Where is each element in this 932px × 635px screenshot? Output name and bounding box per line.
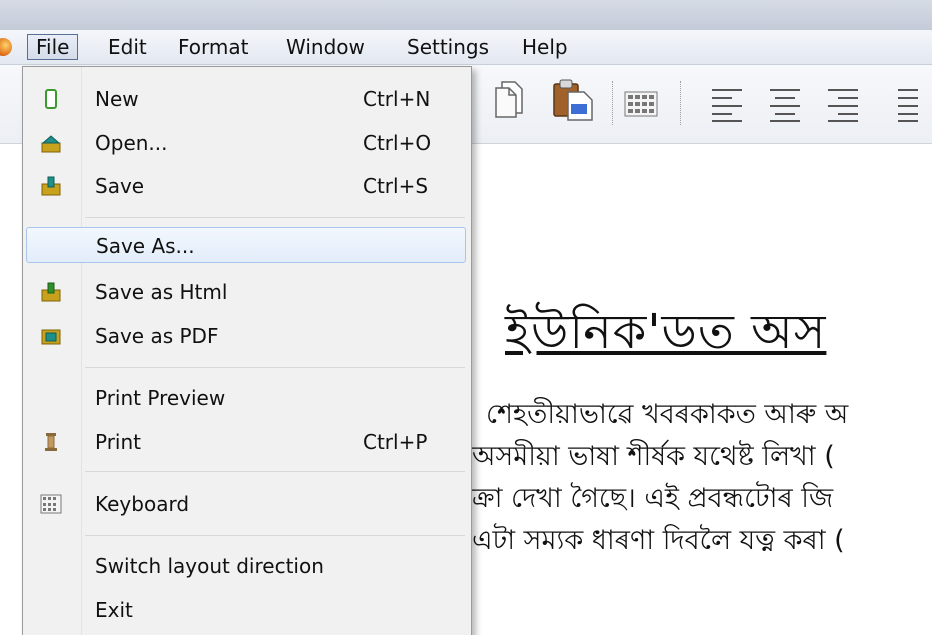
document-line: অসমীয়া ভাষা শীৰ্ষক যথেষ্ট লিখা ( [472, 441, 835, 472]
menu-item-shortcut: Ctrl+P [363, 430, 428, 454]
toolbar-separator [612, 81, 615, 125]
menu-item-switch-layout-direction[interactable]: Switch layout direction [26, 548, 466, 584]
menu-item-label: Print Preview [95, 386, 226, 410]
menu-item-shortcut: Ctrl+N [363, 87, 431, 111]
menu-item-print-preview[interactable]: Print Preview [26, 380, 466, 416]
menu-item-shortcut: Ctrl+O [363, 131, 432, 155]
menu-item-print[interactable]: Print Ctrl+P [26, 424, 466, 460]
menu-item-label: New [95, 87, 139, 111]
align-left-icon[interactable] [712, 87, 742, 122]
menu-item-exit[interactable]: Exit [26, 592, 466, 628]
copy-icon[interactable] [492, 79, 526, 119]
open-folder-icon [41, 135, 61, 153]
menu-settings[interactable]: Settings [399, 34, 497, 60]
menu-item-label: Keyboard [95, 492, 190, 516]
document-line: এটা সম্যক ধাৰণা দিবলৈ যত্ন কৰা ( [472, 525, 845, 556]
menu-bar: File Edit Format Window Settings Help [0, 30, 932, 65]
align-center-icon[interactable] [770, 87, 800, 122]
menu-separator [85, 217, 465, 218]
menu-item-open[interactable]: Open... Ctrl+O [26, 125, 466, 161]
menu-separator [85, 535, 465, 536]
new-document-icon [45, 89, 57, 109]
menu-item-save-as-html[interactable]: Save as Html [26, 274, 466, 310]
save-pdf-icon [41, 329, 61, 345]
menu-help[interactable]: Help [514, 34, 576, 60]
print-icon [45, 433, 57, 451]
menu-format[interactable]: Format [170, 34, 256, 60]
menu-edit[interactable]: Edit [100, 34, 155, 60]
menu-item-save-as-pdf[interactable]: Save as PDF [26, 318, 466, 354]
keyboard-icon [40, 494, 62, 514]
file-menu-dropdown: New Ctrl+N Open... Ctrl+O Save Ctrl+S Sa… [22, 66, 472, 635]
menu-item-label: Save As... [96, 234, 195, 258]
save-icon [41, 176, 61, 196]
menu-window[interactable]: Window [278, 34, 373, 60]
toolbar-separator [680, 81, 683, 125]
align-right-icon[interactable] [828, 87, 858, 122]
menu-item-keyboard[interactable]: Keyboard [26, 486, 466, 522]
menu-file[interactable]: File [27, 34, 79, 60]
menu-separator [85, 471, 465, 472]
menu-item-save-as[interactable]: Save As... [26, 227, 466, 263]
document-line: শেহতীয়াভাৱে খবৰকাকত আৰু অ [486, 399, 849, 430]
menu-item-label: Save as Html [95, 280, 228, 304]
menu-item-label: Exit [95, 598, 133, 622]
menu-item-label: Print [95, 430, 142, 454]
paste-icon[interactable] [550, 78, 596, 122]
menu-separator [85, 367, 465, 368]
menu-item-label: Open... [95, 131, 168, 155]
menu-item-label: Switch layout direction [95, 554, 324, 578]
document-heading: ইউনিক'ডত অস [505, 304, 827, 360]
menu-item-label: Save as PDF [95, 324, 219, 348]
menu-item-new[interactable]: New Ctrl+N [26, 81, 466, 117]
document-line: ক্ৰা দেখা গৈছে। এই প্ৰবন্ধটোৰ জি [472, 483, 834, 514]
align-justify-icon[interactable] [898, 87, 918, 122]
menu-item-label: Save [95, 174, 145, 198]
save-html-icon [41, 282, 61, 302]
window-title-bar [0, 0, 932, 30]
menu-item-shortcut: Ctrl+S [363, 174, 429, 198]
menu-item-save[interactable]: Save Ctrl+S [26, 168, 466, 204]
keyboard-icon[interactable] [624, 91, 658, 117]
